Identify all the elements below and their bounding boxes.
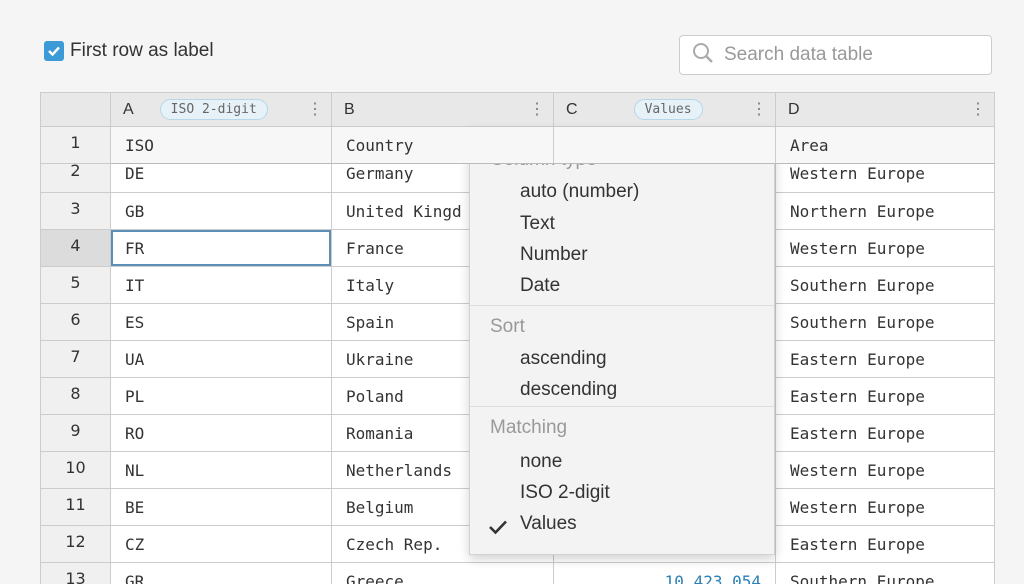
menu-item-values-label: Values: [520, 513, 577, 534]
search-icon: [692, 42, 714, 69]
area-cell[interactable]: Eastern Europe: [776, 415, 995, 452]
iso-cell[interactable]: BE: [111, 489, 332, 526]
column-label-cell[interactable]: Country: [332, 127, 554, 164]
area-cell[interactable]: Eastern Europe: [776, 526, 995, 563]
iso-cell[interactable]: RO: [111, 415, 332, 452]
iso-cell[interactable]: UA: [111, 341, 332, 378]
row-number[interactable]: 13: [41, 563, 111, 584]
checkbox-checked-icon[interactable]: [44, 41, 64, 61]
menu-item-values[interactable]: Values: [470, 513, 774, 541]
column-label-cell[interactable]: ISO: [111, 127, 332, 164]
menu-item-ascending[interactable]: ascending: [520, 348, 607, 370]
area-cell[interactable]: Southern Europe: [776, 563, 995, 584]
iso-cell[interactable]: FR: [111, 230, 332, 267]
value-cell[interactable]: 10,423,054: [554, 563, 776, 584]
table-row: 13 GR Greece 10,423,054 Southern Europe: [41, 563, 995, 584]
menu-item-number[interactable]: Number: [520, 244, 588, 266]
matching-section: Matching none ISO 2-digit Values: [470, 406, 774, 557]
area-cell[interactable]: Western Europe: [776, 489, 995, 526]
vertical-dots-icon[interactable]: ⋮: [970, 100, 986, 120]
row-number[interactable]: 10: [41, 452, 111, 489]
iso-cell[interactable]: GR: [111, 563, 332, 584]
row-number[interactable]: 8: [41, 378, 111, 415]
menu-item-iso-2-digit[interactable]: ISO 2-digit: [520, 482, 610, 504]
menu-item-auto[interactable]: auto (number): [520, 181, 639, 203]
column-label-cell[interactable]: [554, 127, 776, 164]
vertical-dots-icon[interactable]: ⋮: [307, 100, 323, 120]
country-cell[interactable]: Greece: [332, 563, 554, 584]
area-cell[interactable]: Eastern Europe: [776, 341, 995, 378]
row-number[interactable]: 11: [41, 489, 111, 526]
area-cell[interactable]: Western Europe: [776, 230, 995, 267]
iso-cell[interactable]: ES: [111, 304, 332, 341]
first-row-as-label-text: First row as label: [70, 40, 214, 61]
area-cell[interactable]: Northern Europe: [776, 193, 995, 230]
column-letter: D: [788, 100, 800, 118]
iso-cell[interactable]: GB: [111, 193, 332, 230]
table-corner: [41, 93, 111, 127]
area-cell[interactable]: Eastern Europe: [776, 378, 995, 415]
row-number[interactable]: 1: [41, 127, 111, 164]
area-cell[interactable]: Southern Europe: [776, 267, 995, 304]
row-number[interactable]: 3: [41, 193, 111, 230]
column-label-cell[interactable]: Area: [776, 127, 995, 164]
column-type-badge: ISO 2-digit: [159, 99, 268, 120]
menu-item-none[interactable]: none: [520, 451, 562, 473]
row-number[interactable]: 4: [41, 230, 111, 267]
row-number[interactable]: 6: [41, 304, 111, 341]
column-type-badge: Values: [633, 99, 703, 120]
column-header-b[interactable]: B ⋮: [332, 93, 554, 127]
menu-item-date[interactable]: Date: [520, 275, 560, 297]
first-row-as-label-toggle[interactable]: First row as label: [44, 40, 214, 62]
search-input[interactable]: [722, 43, 986, 67]
search-box[interactable]: [679, 35, 992, 75]
column-header-c[interactable]: C Values ⋮: [554, 93, 776, 127]
iso-cell[interactable]: IT: [111, 267, 332, 304]
sort-section: Sort ascending descending: [470, 305, 774, 407]
column-letter: A: [123, 100, 134, 118]
row-number[interactable]: 7: [41, 341, 111, 378]
iso-cell[interactable]: CZ: [111, 526, 332, 563]
column-header-d[interactable]: D ⋮: [776, 93, 995, 127]
menu-item-text[interactable]: Text: [520, 213, 555, 235]
menu-item-descending[interactable]: descending: [520, 379, 617, 401]
column-header-a[interactable]: A ISO 2-digit ⋮: [111, 93, 332, 127]
menu-heading-matching: Matching: [490, 417, 568, 438]
checkmark-icon: [488, 519, 508, 541]
vertical-dots-icon[interactable]: ⋮: [751, 100, 767, 120]
iso-cell[interactable]: NL: [111, 452, 332, 489]
area-cell[interactable]: Western Europe: [776, 452, 995, 489]
column-letter: C: [566, 100, 578, 118]
menu-heading-sort: Sort: [490, 316, 525, 337]
area-cell[interactable]: Southern Europe: [776, 304, 995, 341]
column-letter: B: [344, 100, 355, 118]
row-number[interactable]: 9: [41, 415, 111, 452]
iso-cell[interactable]: PL: [111, 378, 332, 415]
row-number[interactable]: 12: [41, 526, 111, 563]
vertical-dots-icon[interactable]: ⋮: [529, 100, 545, 120]
label-row: 1 ISO Country Area: [41, 127, 995, 164]
column-options-menu: Column type auto (number) Text Number Da…: [469, 128, 775, 555]
row-number[interactable]: 5: [41, 267, 111, 304]
